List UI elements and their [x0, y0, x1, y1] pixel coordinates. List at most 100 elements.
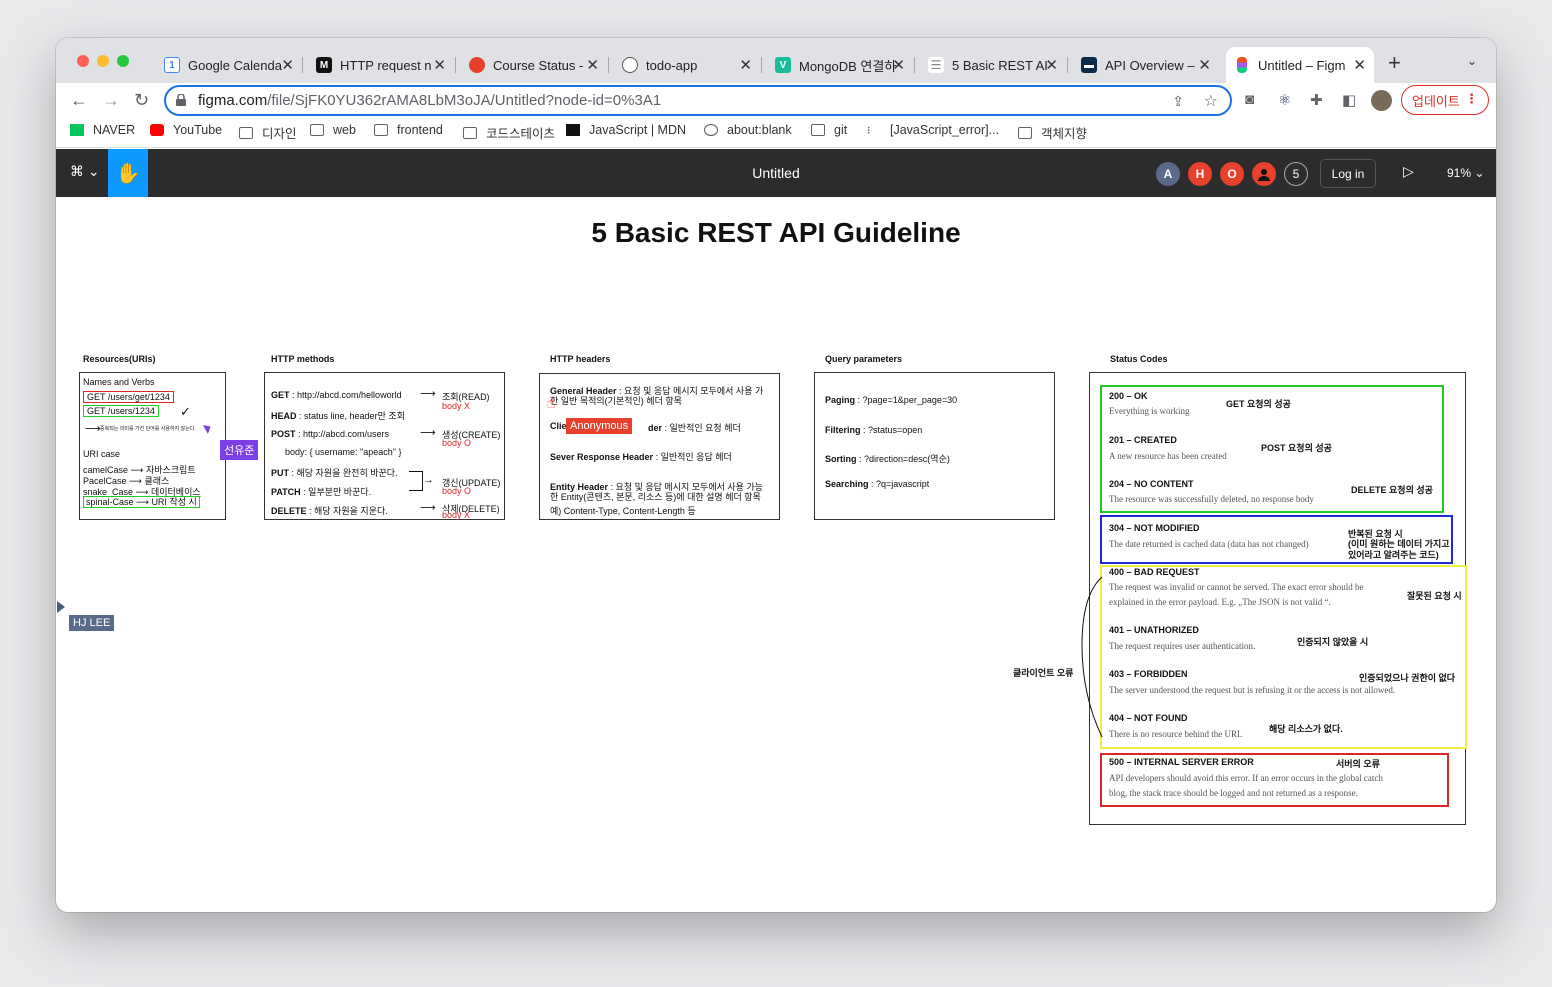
tab-http-request[interactable]: M HTTP request n ✕	[308, 47, 454, 83]
arrow-icon: ⟶	[85, 423, 101, 435]
uri-case-heading: URI case	[83, 449, 121, 459]
collaborator-avatar[interactable]: H	[1188, 162, 1212, 186]
present-play-icon[interactable]: ▷	[1403, 163, 1414, 180]
close-tab-icon[interactable]: ✕	[1198, 56, 1211, 74]
globe-icon	[622, 57, 638, 73]
http-headers-frame[interactable]: General Header : 요청 및 응답 메시지 모두에서 사용 가 한…	[539, 373, 780, 520]
bookmark-folder-frontend[interactable]: frontend	[374, 123, 443, 137]
maximize-window-button[interactable]	[117, 55, 129, 67]
bookmark-about-blank[interactable]: about:blank	[704, 123, 792, 137]
tab-bar: 1 Google Calenda ✕ M HTTP request n ✕ Co…	[56, 38, 1496, 83]
folder-icon	[374, 124, 388, 136]
apple-icon	[469, 57, 485, 73]
folder-icon	[463, 126, 477, 139]
new-tab-icon[interactable]: +	[1388, 50, 1401, 76]
tab-course-status[interactable]: Course Status - ✕	[461, 47, 607, 83]
zoom-dropdown[interactable]: 91% ⌄	[1447, 166, 1484, 180]
bookmark-folder-codestates[interactable]: 코드스테이츠	[463, 123, 555, 142]
lock-icon	[176, 94, 186, 106]
bookmark-folder-git[interactable]: git	[811, 123, 847, 137]
status-codes-frame[interactable]: 200 – OK Everything is working GET 요청의 성…	[1089, 372, 1467, 825]
bookmark-youtube[interactable]: YouTube	[150, 123, 222, 137]
collaborator-cursor-label: HJ LEE	[69, 615, 115, 631]
close-tab-icon[interactable]: ✕	[739, 56, 752, 74]
http-headers-label: HTTP headers	[550, 354, 611, 364]
bookmark-js-error[interactable]: ⁝ [JavaScript_error]...	[867, 123, 999, 137]
bookmark-folder-design[interactable]: 디자인	[239, 123, 297, 142]
browser-toolbar: ← → ↻ figma.com/file/SjFK0YU362rAMA8LbM3…	[56, 83, 1496, 119]
close-tab-icon[interactable]: ✕	[433, 56, 446, 74]
update-button[interactable]: 업데이트 ⋮	[1401, 85, 1489, 115]
collaborator-count[interactable]: 5	[1284, 162, 1308, 186]
document-title: Untitled	[752, 165, 800, 181]
user-avatar-icon[interactable]	[1252, 162, 1276, 186]
status-codes-label: Status Codes	[1110, 354, 1168, 364]
tab-figma-untitled[interactable]: Untitled – Figm ✕	[1226, 47, 1374, 83]
figma-toolbar: ⌘ ⌄ ✋ Untitled A H O 5 Log in ▷ 91% ⌄	[56, 149, 1496, 197]
login-button[interactable]: Log in	[1320, 159, 1376, 188]
bad-uri-example: GET /users/get/1234	[83, 391, 174, 403]
react-devtools-icon[interactable]: ⚛	[1278, 91, 1291, 109]
v-icon: V	[775, 57, 791, 73]
folder-icon	[310, 124, 324, 136]
close-tab-icon[interactable]: ✕	[1353, 56, 1366, 74]
resources-note: 중복되는 의미를 가진 단어를 사용하지 않는다.	[100, 426, 196, 432]
cursor-pointer-icon	[57, 601, 65, 613]
profile-avatar[interactable]	[1371, 90, 1392, 111]
bookmark-mdn[interactable]: JavaScript | MDN	[566, 123, 686, 137]
back-icon[interactable]: ←	[70, 90, 88, 111]
browser-window: 1 Google Calenda ✕ M HTTP request n ✕ Co…	[56, 38, 1496, 912]
url-text: figma.com/file/SjFK0YU362rAMA8LbM3oJA/Un…	[198, 92, 662, 109]
share-icon[interactable]: ⇪	[1172, 93, 1184, 110]
bookmark-naver[interactable]: NAVER	[70, 123, 135, 137]
tab-google-calendar[interactable]: 1 Google Calenda ✕	[156, 47, 302, 83]
sidebar-icon[interactable]: ◧	[1342, 91, 1356, 109]
good-uri-example: GET /users/1234	[83, 405, 159, 417]
api-icon: ▬	[1081, 57, 1097, 73]
folder-icon	[1018, 126, 1032, 139]
bookmarks-bar: NAVER YouTube 디자인 web frontend 코드스테이츠 Ja…	[56, 119, 1496, 148]
bookmark-star-icon[interactable]: ☆	[1204, 91, 1218, 111]
bookmark-folder-oop[interactable]: 객체지향	[1018, 123, 1087, 142]
folder-icon	[239, 126, 253, 139]
query-params-label: Query parameters	[825, 354, 903, 364]
close-tab-icon[interactable]: ✕	[586, 56, 599, 74]
bracket-line	[409, 471, 423, 491]
http-methods-label: HTTP methods	[271, 354, 335, 364]
tab-mongodb[interactable]: V MongoDB 연결하 ✕	[767, 47, 913, 83]
check-icon: ✓	[180, 404, 191, 419]
naver-icon	[70, 124, 84, 136]
youtube-icon	[150, 124, 164, 136]
figma-icon	[1237, 57, 1247, 73]
query-params-frame[interactable]: Paging : ?page=1&per_page=30 Filtering :…	[814, 372, 1055, 520]
collaborator-avatar[interactable]: O	[1220, 162, 1244, 186]
calendar-icon: 1	[164, 57, 180, 73]
close-tab-icon[interactable]: ✕	[1045, 56, 1058, 74]
reload-icon[interactable]: ↻	[134, 90, 149, 111]
collaborator-cursor-label: 선유준	[220, 440, 259, 460]
dots-icon: ⁝	[867, 125, 871, 137]
collaborator-avatar[interactable]: A	[1156, 162, 1180, 186]
close-tab-icon[interactable]: ✕	[892, 56, 905, 74]
address-bar[interactable]: figma.com/file/SjFK0YU362rAMA8LbM3oJA/Un…	[164, 85, 1232, 116]
mdn-icon	[566, 124, 580, 136]
camera-icon[interactable]: ◙	[1245, 91, 1254, 108]
tab-api-overview[interactable]: ▬ API Overview – ✕	[1073, 47, 1219, 83]
mdn-icon: M	[316, 57, 332, 73]
hand-cursor-icon: ☝	[546, 395, 556, 412]
close-window-button[interactable]	[77, 55, 89, 67]
close-tab-icon[interactable]: ✕	[281, 56, 294, 74]
tab-rest-api[interactable]: ☰ 5 Basic REST AI ✕	[920, 47, 1066, 83]
bookmark-folder-web[interactable]: web	[310, 123, 356, 137]
tab-todo-app[interactable]: todo-app ✕	[614, 47, 760, 83]
tab-search-chevron-icon[interactable]: ⌄	[1467, 54, 1477, 68]
menu-dots-icon: ⋮	[1465, 91, 1478, 106]
forward-icon[interactable]: →	[102, 90, 120, 111]
client-error-brace	[1081, 576, 1103, 738]
extensions-icon[interactable]: ✚	[1310, 91, 1323, 109]
http-methods-frame[interactable]: GET : http://abcd.com/helloworld ⟶ 조회(RE…	[264, 372, 505, 520]
client-error-label: 클라이언트 오류	[1013, 668, 1074, 678]
minimize-window-button[interactable]	[97, 55, 109, 67]
figma-canvas[interactable]: 5 Basic REST API Guideline Resources(URI…	[56, 197, 1496, 912]
resources-frame[interactable]: Names and Verbs GET /users/get/1234 GET …	[79, 372, 226, 520]
